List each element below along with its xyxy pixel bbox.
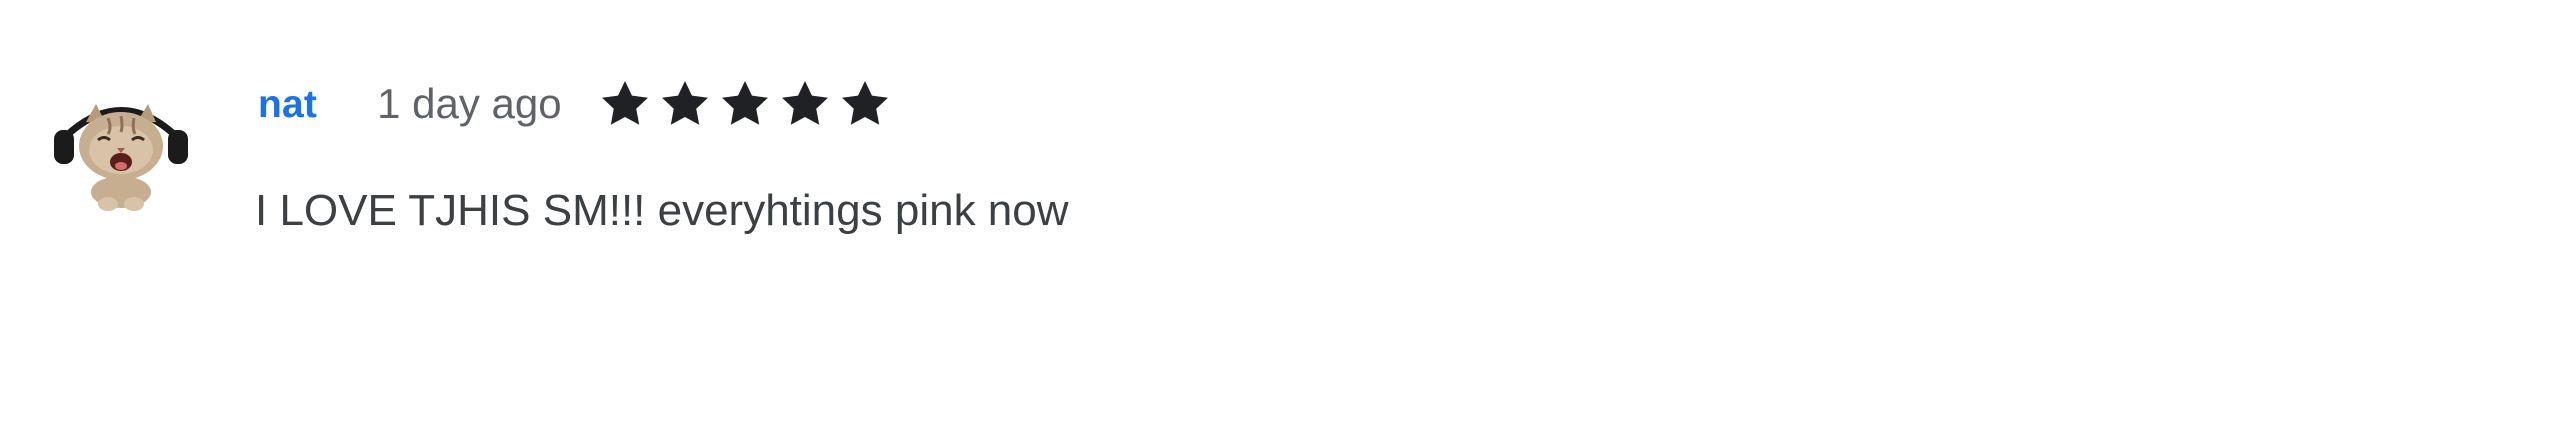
star-icon: [781, 81, 828, 125]
star-icon: [601, 81, 648, 125]
review-header: nat 1 day ago: [258, 72, 892, 136]
author-name-link[interactable]: nat: [258, 85, 317, 124]
cat-with-headphones-avatar-icon: [54, 104, 188, 211]
review-date: 1 day ago: [377, 80, 562, 127]
review-card: nat 1 day ago I LOVE TJHIS SM!!! everyht…: [0, 0, 2568, 432]
review-text: I LOVE TJHIS SM!!! everyhtings pink now: [255, 186, 1069, 235]
star-icon: [841, 81, 888, 125]
avatar[interactable]: [46, 88, 196, 218]
star-icon: [721, 81, 768, 125]
star-icon: [661, 81, 708, 125]
star-rating: [598, 72, 892, 136]
